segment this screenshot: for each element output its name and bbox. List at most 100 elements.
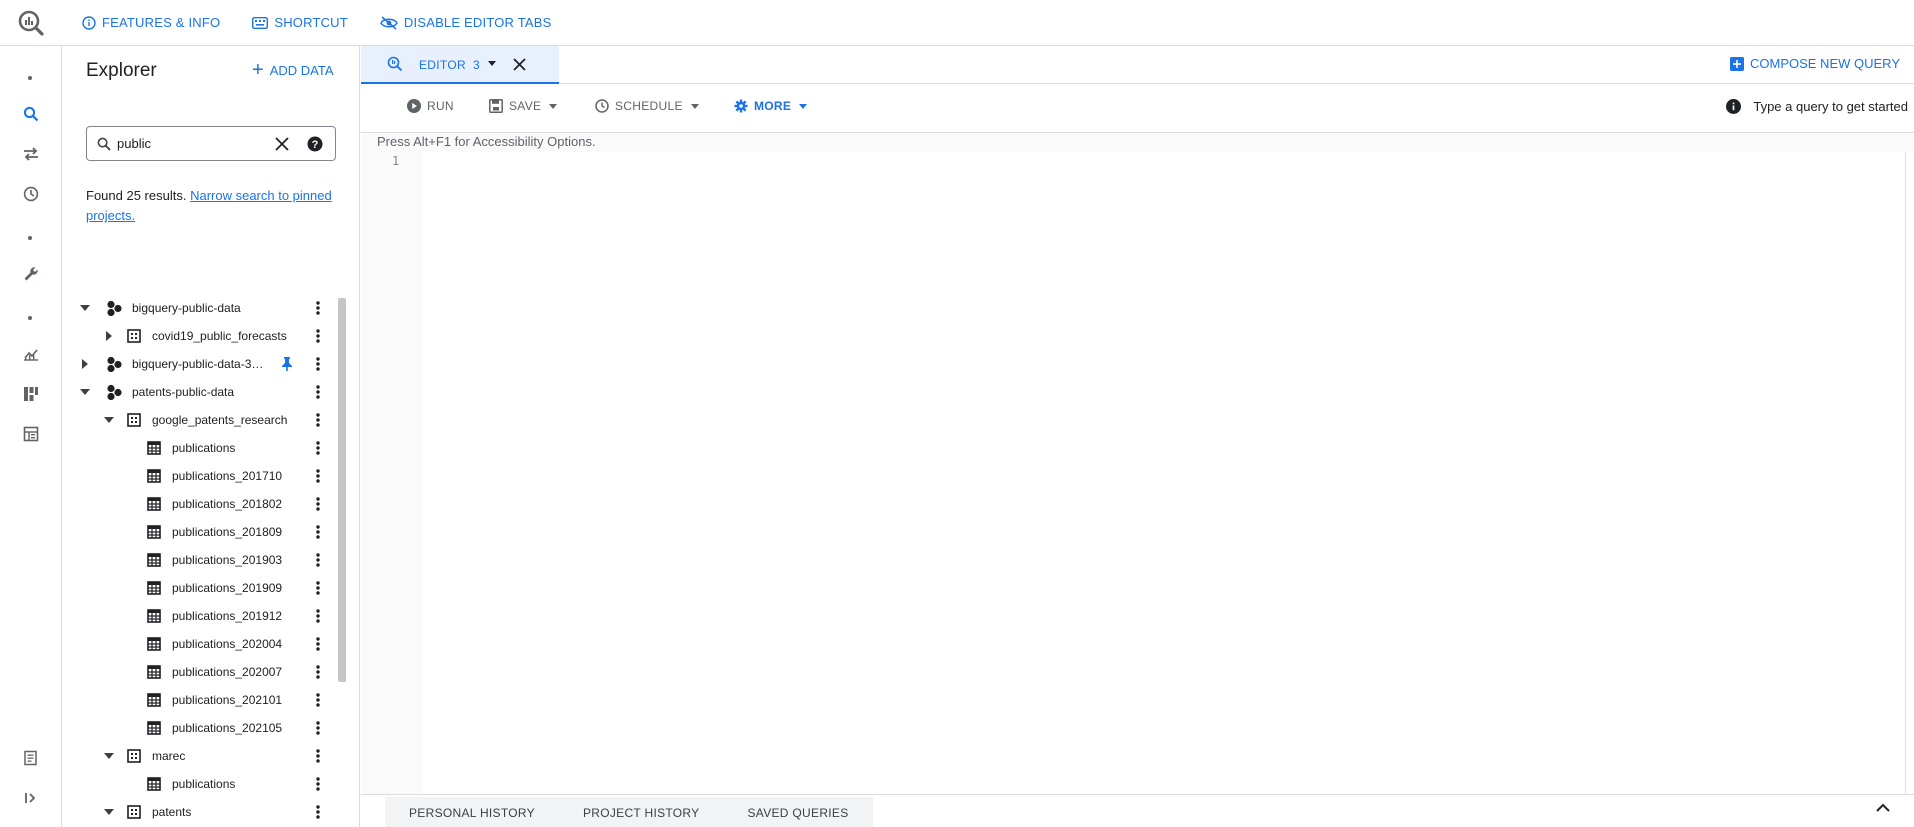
- features-info-link[interactable]: FEATURES & INFO: [82, 15, 220, 30]
- more-vert-icon[interactable]: [310, 326, 326, 346]
- more-vert-icon[interactable]: [310, 410, 326, 430]
- caret-right-icon[interactable]: [102, 329, 116, 343]
- table-icon: [146, 692, 162, 708]
- wrench-icon[interactable]: [19, 262, 43, 286]
- more-vert-icon[interactable]: [310, 298, 326, 318]
- more-vert-icon[interactable]: [310, 634, 326, 654]
- tree-row-label: google_patents_research: [152, 413, 288, 427]
- tree-row-label: marec: [152, 749, 186, 763]
- line-number: 1: [392, 154, 400, 168]
- tree-row-project[interactable]: bigquery-public-data: [62, 294, 326, 322]
- more-button[interactable]: MORE: [734, 99, 808, 113]
- dataset-icon: [126, 804, 142, 820]
- transfer-icon[interactable]: [19, 142, 43, 166]
- tree-row-label: patents: [152, 805, 192, 819]
- tree-row-table[interactable]: publications_201903: [62, 546, 326, 574]
- more-vert-icon[interactable]: [310, 606, 326, 626]
- tab-saved-queries[interactable]: SAVED QUERIES: [723, 806, 872, 820]
- history-clock-icon[interactable]: [19, 182, 43, 206]
- tree-row-dataset[interactable]: marec: [62, 742, 326, 770]
- tree-row-project[interactable]: bigquery-public-data-3…: [62, 350, 326, 378]
- tab-personal-history[interactable]: PERSONAL HISTORY: [385, 806, 559, 820]
- tree-row-table[interactable]: publications_201802: [62, 490, 326, 518]
- analytics-chart-icon[interactable]: [19, 342, 43, 366]
- table-icon: [146, 720, 162, 736]
- run-label: RUN: [427, 99, 454, 113]
- expand-menu-icon[interactable]: [19, 786, 43, 810]
- tree-row-table[interactable]: publications_202101: [62, 686, 326, 714]
- caret-down-icon[interactable]: [78, 385, 92, 399]
- compose-new-query-button[interactable]: COMPOSE NEW QUERY: [1729, 56, 1900, 71]
- tab-editor-number: 3: [473, 58, 480, 72]
- more-vert-icon[interactable]: [310, 466, 326, 486]
- more-vert-icon[interactable]: [310, 438, 326, 458]
- tree-row-label: publications_201809: [172, 525, 283, 539]
- more-vert-icon[interactable]: [310, 662, 326, 682]
- disable-editor-tabs-link[interactable]: DISABLE EDITOR TABS: [380, 15, 552, 30]
- search-icon[interactable]: [19, 102, 43, 126]
- clear-search-icon[interactable]: [275, 137, 289, 151]
- dataset-icon: [126, 748, 142, 764]
- run-button[interactable]: RUN: [407, 99, 454, 113]
- table-icon: [146, 664, 162, 680]
- tree-row-label: covid19_public_forecasts: [152, 329, 287, 343]
- more-vert-icon[interactable]: [310, 494, 326, 514]
- explorer-search-box[interactable]: ?: [86, 126, 336, 161]
- explorer-scrollbar[interactable]: [338, 298, 348, 682]
- tree-row-table[interactable]: publications_201809: [62, 518, 326, 546]
- tree-row-label: publications_201912: [172, 609, 283, 623]
- more-vert-icon[interactable]: [310, 718, 326, 738]
- tab-dropdown-icon[interactable]: [488, 61, 496, 67]
- code-input-area[interactable]: [423, 152, 1905, 794]
- table-icon: [146, 468, 162, 484]
- shortcut-link[interactable]: SHORTCUT: [252, 15, 348, 30]
- more-vert-icon[interactable]: [310, 578, 326, 598]
- tab-editor-3[interactable]: EDITOR 3: [361, 46, 559, 84]
- more-vert-icon[interactable]: [310, 746, 326, 766]
- more-vert-icon[interactable]: [310, 354, 326, 374]
- tree-row-dataset[interactable]: covid19_public_forecasts: [62, 322, 326, 350]
- tree-row-dataset[interactable]: patents: [62, 798, 326, 826]
- tree-row-table[interactable]: publications_201912: [62, 602, 326, 630]
- chevron-up-icon[interactable]: [1876, 803, 1890, 813]
- tab-project-history[interactable]: PROJECT HISTORY: [559, 806, 724, 820]
- tree-row-table[interactable]: publications: [62, 770, 326, 798]
- tab-editor-label: EDITOR: [419, 58, 466, 72]
- more-vert-icon[interactable]: [310, 550, 326, 570]
- caret-down-icon[interactable]: [102, 805, 116, 819]
- caret-right-icon[interactable]: [78, 357, 92, 371]
- tree-row-label: publications: [172, 777, 236, 791]
- more-vert-icon[interactable]: [310, 690, 326, 710]
- tree-row-dataset[interactable]: google_patents_research: [62, 406, 326, 434]
- caret-down-icon[interactable]: [102, 749, 116, 763]
- caret-down-icon[interactable]: [102, 413, 116, 427]
- tree-row-table[interactable]: publications_202007: [62, 658, 326, 686]
- caret-down-icon[interactable]: [78, 301, 92, 315]
- more-vert-icon[interactable]: [310, 774, 326, 794]
- table-view-icon[interactable]: [19, 422, 43, 446]
- save-button[interactable]: SAVE: [489, 99, 558, 113]
- editor-scrollbar[interactable]: [1905, 152, 1914, 794]
- more-vert-icon[interactable]: [310, 522, 326, 542]
- tree-row-table[interactable]: publications_202004: [62, 630, 326, 658]
- release-notes-icon[interactable]: [19, 746, 43, 770]
- tree-row-table[interactable]: publications: [62, 434, 326, 462]
- tree-row-table[interactable]: publications_202105: [62, 714, 326, 742]
- help-icon[interactable]: ?: [307, 136, 323, 152]
- dashboard-icon[interactable]: [19, 382, 43, 406]
- tree-row-table[interactable]: publications_201710: [62, 462, 326, 490]
- pin-icon[interactable]: [280, 356, 294, 372]
- more-label: MORE: [754, 99, 792, 113]
- tree-row-table[interactable]: publications_201909: [62, 574, 326, 602]
- explorer-title: Explorer: [86, 60, 157, 81]
- bigquery-logo-icon[interactable]: [0, 0, 62, 46]
- add-data-button[interactable]: + ADD DATA: [252, 60, 334, 80]
- explorer-search-input[interactable]: [117, 136, 267, 151]
- features-info-label: FEATURES & INFO: [102, 15, 221, 30]
- more-vert-icon[interactable]: [310, 802, 326, 822]
- close-tab-icon[interactable]: [513, 58, 526, 71]
- schedule-button[interactable]: SCHEDULE: [595, 99, 699, 113]
- tree-row-project[interactable]: patents-public-data: [62, 378, 326, 406]
- explorer-scroll-thumb[interactable]: [338, 298, 346, 682]
- more-vert-icon[interactable]: [310, 382, 326, 402]
